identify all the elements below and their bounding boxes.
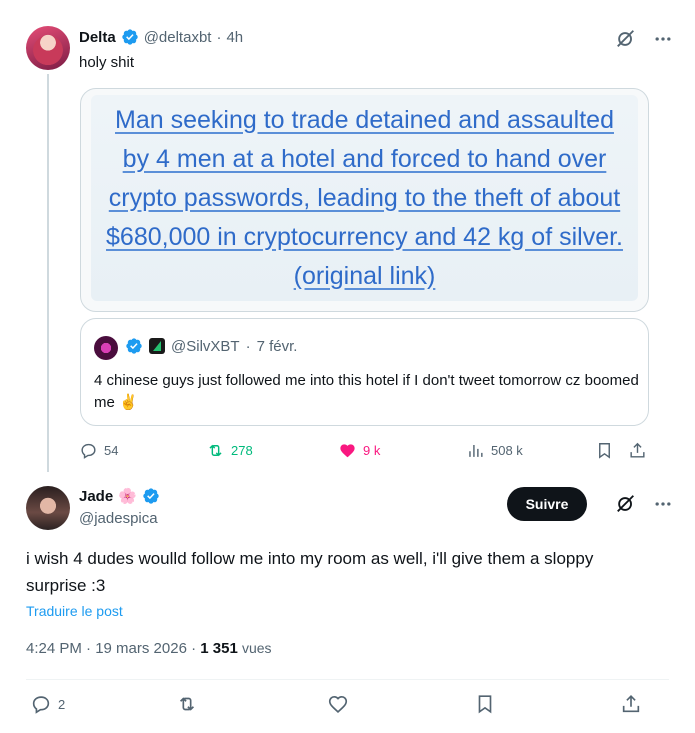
affiliate-badge-icon: [149, 338, 165, 354]
media-headline: Man seeking to trade detained and assaul…: [105, 101, 625, 296]
thread-connector-line: [47, 74, 49, 472]
translate-post-link[interactable]: Traduire le post: [26, 603, 123, 619]
views-chart-icon: [469, 444, 483, 457]
like-button[interactable]: 9 k: [338, 441, 380, 460]
handle[interactable]: @deltaxbt: [144, 29, 212, 46]
more-options-icon[interactable]: [653, 29, 673, 49]
reply-button[interactable]: 54: [79, 441, 118, 460]
share-button[interactable]: [628, 441, 647, 460]
share-icon: [622, 695, 640, 713]
flower-emoji: 🌸: [118, 488, 137, 505]
quoted-tweet[interactable]: @SilvXBT · 7 févr. 4 chinese guys just f…: [80, 318, 649, 426]
repost-button[interactable]: 278: [206, 441, 253, 460]
verified-badge-icon: [143, 488, 159, 504]
like-button[interactable]: [327, 693, 349, 715]
bookmark-button[interactable]: [474, 693, 496, 715]
tweet-time[interactable]: 4h: [226, 29, 243, 46]
reply-icon: [81, 443, 96, 459]
quoted-date: 7 févr.: [256, 337, 298, 355]
views-button[interactable]: 508 k: [466, 441, 523, 460]
handle[interactable]: @jadespica: [79, 510, 158, 527]
views-label: vues: [241, 640, 272, 656]
grok-icon[interactable]: [615, 493, 637, 515]
bookmark-icon: [599, 443, 610, 459]
repost-count: 278: [231, 443, 253, 458]
quoted-tweet-text: 4 chinese guys just followed me into thi…: [94, 372, 639, 411]
separator-dot: ·: [245, 337, 251, 355]
views-count: 508 k: [491, 443, 523, 458]
avatar[interactable]: [26, 486, 70, 530]
display-name[interactable]: Delta: [79, 29, 116, 46]
share-button[interactable]: [620, 693, 642, 715]
quoted-handle: @SilvXBT: [171, 337, 240, 355]
avatar[interactable]: [26, 26, 70, 70]
reply-button[interactable]: 2: [30, 693, 65, 715]
tweet-meta: 4:24 PM · 19 mars 2026 · 1 351 vues: [26, 640, 272, 657]
bookmark-button[interactable]: [595, 441, 614, 460]
repost-icon: [209, 444, 222, 457]
quoted-avatar: [94, 336, 118, 360]
tweet-top-actions: [615, 493, 673, 515]
tweet-header: Jade 🌸: [79, 487, 160, 505]
repost-icon: [179, 697, 195, 711]
media-screenshot: Man seeking to trade detained and assaul…: [91, 95, 638, 301]
tweet-timestamp[interactable]: 4:24 PM · 19 mars 2026 ·: [26, 640, 200, 657]
verified-badge-icon: [126, 338, 142, 354]
grok-icon[interactable]: [615, 28, 637, 50]
media-original-link: (original link): [293, 261, 436, 290]
like-count: 9 k: [363, 443, 381, 458]
separator-dot: ·: [216, 28, 222, 46]
verified-badge-icon: [122, 29, 138, 45]
reply-icon: [32, 696, 50, 714]
tweet-media-image[interactable]: Man seeking to trade detained and assaul…: [80, 88, 649, 312]
reply-count: 2: [58, 696, 66, 712]
reply-count: 54: [104, 443, 119, 458]
tweet-top-actions: [615, 28, 673, 50]
tweet-header: Delta @deltaxbt · 4h: [79, 28, 243, 46]
media-headline-text: Man seeking to trade detained and assaul…: [106, 105, 623, 251]
bookmark-icon: [478, 695, 492, 714]
tweet-text: holy shit: [79, 54, 135, 71]
repost-button[interactable]: [176, 693, 198, 715]
main-tweet-text: i wish 4 dudes woulld follow me into my …: [26, 549, 594, 595]
divider: [26, 679, 669, 680]
display-name[interactable]: Jade: [79, 488, 113, 505]
follow-button[interactable]: Suivre: [507, 487, 587, 521]
heart-filled-icon: [340, 444, 355, 458]
share-icon: [630, 442, 645, 458]
more-options-icon[interactable]: [653, 494, 673, 514]
heart-icon: [328, 696, 348, 714]
views-count: 1 351: [200, 640, 238, 657]
quoted-tweet-header: @SilvXBT · 7 févr.: [125, 337, 297, 355]
